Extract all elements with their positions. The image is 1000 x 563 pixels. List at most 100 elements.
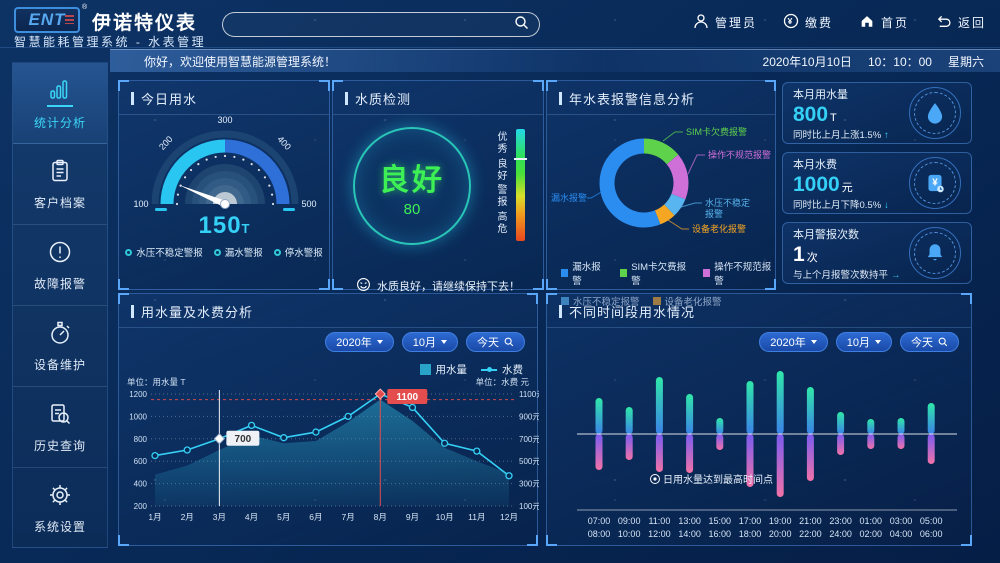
year-filter-button[interactable]: 2020年 (759, 332, 827, 352)
line-chart-legend: 用水量 水费 (420, 362, 524, 377)
svg-text:05:00: 05:00 (920, 516, 943, 526)
quality-scale: 优秀 良好 警报 高危 (493, 129, 525, 241)
trend-flat-arrow: → (891, 270, 901, 281)
svg-text:18:00: 18:00 (739, 529, 762, 539)
stat-card-monthly-fee: 本月水费 1000元 同时比上月下降0.5%↓ ¥ (782, 152, 972, 214)
svg-text:1200: 1200 (129, 390, 147, 399)
quality-indicator: 良好 80 (353, 127, 471, 245)
svg-text:06:00: 06:00 (920, 529, 943, 539)
svg-text:水压不稳定: 水压不稳定 (705, 197, 750, 208)
sidebar-item-settings[interactable]: 系统设置 (13, 468, 107, 549)
sidebar-item-customers[interactable]: 客户档案 (13, 144, 107, 225)
svg-text:22:00: 22:00 (799, 529, 822, 539)
ring-icon (214, 249, 221, 256)
welcome-bar: 你好，欢迎使用智慧能源管理系统！ 2020年10月10日 10：10：00 星期… (110, 49, 1000, 72)
panel-usage-fee: 用水量及水费分析 2020年 10月 今天 用水量 水费 单位：用水量 T 单位… (118, 293, 538, 546)
sidebar-item-history[interactable]: 历史查询 (13, 387, 107, 468)
panel-today-water: 今日用水 100200300400500 150T 水压不稳定警报 漏水警报 停… (118, 80, 330, 290)
system-subtitle: 智慧能耗管理系统 - 水表管理 (14, 33, 206, 50)
weekday-text: 星期六 (948, 53, 984, 70)
nav-pay[interactable]: ¥ 缴费 (783, 13, 833, 32)
water-gauge-chart: 100200300400500 (119, 109, 331, 214)
month-filter-button[interactable]: 10月 (836, 332, 892, 352)
today-filter-button[interactable]: 今天 (900, 332, 959, 352)
svg-text:300: 300 (217, 115, 232, 125)
payment-icon: ¥ (909, 157, 961, 209)
sidebar-item-statistics[interactable]: 统计分析 (13, 63, 107, 144)
bar-chart-icon (47, 76, 73, 107)
today-filter-button[interactable]: 今天 (466, 332, 525, 352)
axis-units: 单位：用水量 T 单位：水费 元 (127, 376, 529, 388)
panel-title: 水质检测 (333, 81, 543, 115)
search-bar[interactable] (222, 12, 540, 37)
svg-text:07:00: 07:00 (588, 516, 611, 526)
panel-year-alarm: 年水表报警信息分析 SIM卡欠费报警操作不规范报警水压不稳定报警设备老化报警漏水… (546, 80, 776, 290)
clipboard-icon (47, 158, 73, 187)
scale-marker (514, 158, 527, 160)
svg-text:设备老化报警: 设备老化报警 (692, 223, 746, 234)
panel-water-quality: 水质检测 良好 80 优秀 良好 警报 高危 水质良好，请继续保持下去！ (332, 80, 544, 290)
svg-text:8月: 8月 (374, 512, 387, 522)
svg-text:10月: 10月 (436, 512, 454, 522)
svg-text:12月: 12月 (500, 512, 518, 522)
svg-text:100元: 100元 (519, 502, 539, 511)
svg-text:1000: 1000 (129, 412, 147, 421)
legend-item: 漏水报警 (561, 259, 607, 287)
legend-item: 停水警报 (274, 245, 323, 259)
ring-icon (274, 249, 281, 256)
svg-text:4月: 4月 (245, 512, 258, 522)
search-icon (938, 337, 948, 347)
svg-text:700元: 700元 (519, 435, 539, 444)
search-icon[interactable] (514, 15, 529, 35)
title-accent-bar (131, 305, 134, 318)
nav-home[interactable]: 首页 (859, 13, 909, 32)
chevron-down-icon (377, 340, 383, 344)
legend-swatch (561, 269, 568, 277)
svg-text:10:00: 10:00 (618, 529, 641, 539)
registered-mark: ® (82, 4, 87, 11)
svg-text:800: 800 (134, 435, 148, 444)
month-filter-button[interactable]: 10月 (402, 332, 458, 352)
chevron-down-icon (811, 340, 817, 344)
quality-score: 80 (404, 201, 421, 218)
svg-text:20:00: 20:00 (769, 529, 792, 539)
svg-text:700: 700 (235, 434, 252, 445)
sidebar-item-maintenance[interactable]: 设备维护 (13, 306, 107, 387)
trend-down-arrow: ↓ (884, 200, 889, 211)
alarm-donut-chart: SIM卡欠费报警操作不规范报警水压不稳定报警设备老化报警漏水报警 (547, 111, 777, 259)
search-input[interactable] (233, 18, 514, 32)
svg-text:16:00: 16:00 (709, 529, 732, 539)
yuan-circle-icon: ¥ (783, 13, 799, 32)
svg-text:3月: 3月 (213, 512, 226, 522)
dashboard-screen: ENT ® 伊诺特仪表 智慧能耗管理系统 - 水表管理 管理员 (0, 0, 1000, 563)
svg-text:12:00: 12:00 (648, 529, 671, 539)
svg-text:9月: 9月 (406, 512, 419, 522)
trend-up-arrow: ↑ (884, 130, 889, 141)
svg-text:100: 100 (133, 199, 148, 209)
svg-text:11月: 11月 (468, 512, 485, 522)
year-filter-button[interactable]: 2020年 (325, 332, 393, 352)
app-header: ENT ® 伊诺特仪表 智慧能耗管理系统 - 水表管理 管理员 (0, 0, 1000, 48)
chart-filters: 2020年 10月 今天 (317, 332, 525, 352)
svg-text:7月: 7月 (341, 512, 354, 522)
svg-text:08:00: 08:00 (588, 529, 611, 539)
quality-gradient-bar (516, 129, 525, 241)
svg-text:23:00: 23:00 (829, 516, 852, 526)
ent-logo: ENT (14, 7, 80, 33)
panel-title: 不同时间段用水情况 (547, 294, 971, 328)
water-drop-icon (909, 87, 961, 139)
chevron-down-icon (875, 340, 881, 344)
date-text: 2020年10月10日 (763, 53, 852, 70)
sidebar-item-fault-alarm[interactable]: 故障报警 (13, 225, 107, 306)
svg-text:24:00: 24:00 (829, 529, 852, 539)
legend-item: 用水量 (420, 362, 468, 377)
svg-text:400: 400 (134, 480, 148, 489)
nav-admin[interactable]: 管理员 (693, 13, 757, 32)
nav-back[interactable]: 返回 (935, 13, 986, 32)
panel-title: 年水表报警信息分析 (547, 81, 775, 115)
title-accent-bar (559, 92, 562, 105)
home-icon (859, 13, 875, 32)
svg-text:2月: 2月 (181, 512, 194, 522)
svg-text:01:00: 01:00 (860, 516, 883, 526)
legend-item: 漏水警报 (214, 245, 263, 259)
